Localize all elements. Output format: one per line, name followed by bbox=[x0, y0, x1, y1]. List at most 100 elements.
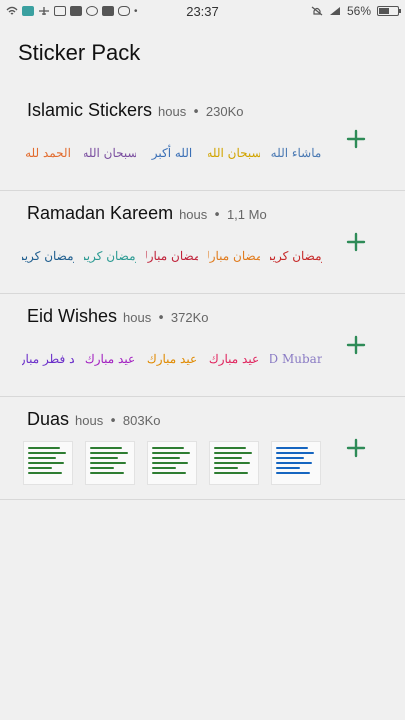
battery-level bbox=[379, 8, 389, 14]
plus-icon bbox=[346, 129, 366, 149]
wechat-icon bbox=[118, 6, 130, 16]
pack-name: Islamic Stickers bbox=[27, 100, 153, 120]
sticker-thumbnail bbox=[84, 439, 136, 487]
dua-text-line bbox=[90, 467, 114, 469]
youtube-icon bbox=[70, 6, 82, 16]
sticker-thumbnail bbox=[208, 439, 260, 487]
signal-icon bbox=[329, 7, 340, 15]
dua-text-line bbox=[28, 452, 66, 454]
pack-header: Duas hous • 803Ko bbox=[27, 409, 161, 430]
pack-separator: • bbox=[192, 105, 200, 120]
sticker-text: رمضان كريم bbox=[270, 249, 322, 264]
facebook-icon bbox=[102, 6, 114, 16]
pack-header: Islamic Stickers hous • 230Ko bbox=[27, 100, 243, 121]
dua-text-line bbox=[90, 447, 122, 449]
dua-text-line bbox=[276, 457, 304, 459]
pack-name: Duas bbox=[27, 409, 70, 429]
dua-text-line bbox=[28, 467, 52, 469]
sticker-pack-row[interactable]: Ramadan Kareemhous•1,1 Mo رمضان كريم رمضان… bbox=[0, 191, 405, 294]
sticker-preview-strip: الحمد لله سبحان الله الله أكبر سبحان الله ما… bbox=[22, 130, 322, 178]
sticker-thumbnail: عيد مبارك bbox=[146, 336, 198, 384]
add-pack-button[interactable] bbox=[343, 229, 369, 255]
dua-text-line bbox=[214, 462, 250, 464]
sticker-thumbnail: عيد مبارك bbox=[84, 336, 136, 384]
sticker-text: الله أكبر bbox=[151, 146, 193, 161]
sticker-text: رمضان كريم bbox=[22, 249, 74, 264]
pack-size: 372Ko bbox=[170, 310, 209, 325]
airplane-icon bbox=[39, 7, 49, 15]
sticker-preview-strip: عيد فطر مبارك عيد مبارك عيد مبارك عيد مبارك… bbox=[22, 336, 322, 384]
pack-size: 230Ko bbox=[205, 104, 244, 119]
dua-text-line bbox=[214, 447, 246, 449]
sticker-pack-list: Islamic Stickers hous • 230Ko الحمد لله سبحان… bbox=[0, 88, 405, 500]
wifi-icon bbox=[6, 6, 18, 15]
sticker-thumbnail: سبحان الله bbox=[208, 130, 260, 178]
battery-icon bbox=[377, 6, 401, 16]
pack-header: Eid Wishes hous • 372Ko bbox=[27, 306, 209, 327]
sticker-thumbnail: رمضان كريم bbox=[84, 233, 136, 281]
sticker-thumbnail: عيد فطر مبارك bbox=[22, 336, 74, 384]
status-time: 23:37 bbox=[186, 3, 219, 19]
dua-card bbox=[209, 441, 259, 485]
pack-name: Eid Wishes bbox=[27, 306, 118, 326]
pack-size: 803Ko bbox=[122, 413, 161, 428]
plus-icon bbox=[346, 438, 366, 458]
sticker-pack-row[interactable]: Eid Wishes hous • 372Ko عيد فطر مبارك عيد مبا… bbox=[0, 294, 405, 397]
pack-author: hous bbox=[75, 413, 104, 428]
sticker-text: EID Mubarak bbox=[270, 352, 322, 367]
dua-text-line bbox=[90, 462, 126, 464]
sticker-thumbnail bbox=[270, 439, 322, 487]
add-pack-button[interactable] bbox=[343, 435, 369, 461]
dua-text-line bbox=[90, 457, 118, 459]
dua-text-line bbox=[28, 447, 60, 449]
battery-percent: 56% bbox=[346, 4, 371, 18]
sticker-preview-strip: رمضان كريم رمضان كريم رمضان مبارك رمضان مبا… bbox=[22, 233, 322, 281]
dua-text-line bbox=[276, 467, 300, 469]
sticker-thumbnail: رمضان كريم bbox=[270, 233, 322, 281]
message-icon bbox=[22, 6, 34, 16]
sticker-thumbnail: سبحان الله bbox=[84, 130, 136, 178]
page-title: Sticker Pack bbox=[18, 40, 141, 65]
sticker-text: عيد مبارك bbox=[84, 352, 136, 367]
sticker-thumbnail bbox=[22, 439, 74, 487]
pack-name: Ramadan Kareem bbox=[27, 203, 174, 223]
sticker-pack-row[interactable]: Duas hous • 803Ko bbox=[0, 397, 405, 500]
sticker-text: عيد مبارك bbox=[208, 352, 260, 367]
dua-card bbox=[85, 441, 135, 485]
status-left-icons: • bbox=[6, 6, 311, 17]
whatsapp-icon bbox=[86, 6, 98, 16]
sticker-thumbnail: رمضان كريم bbox=[22, 233, 74, 281]
more-icon: • bbox=[134, 5, 138, 17]
sticker-text: رمضان كريم bbox=[84, 249, 136, 264]
dua-card bbox=[147, 441, 197, 485]
dua-text-line bbox=[214, 467, 238, 469]
pack-header: Ramadan Kareem hous • 1,1 Mo bbox=[27, 203, 267, 224]
dua-text-line bbox=[28, 472, 62, 474]
dua-text-line bbox=[276, 462, 312, 464]
dua-text-line bbox=[152, 447, 184, 449]
dua-text-line bbox=[152, 457, 180, 459]
sticker-thumbnail: EID Mubarak bbox=[270, 336, 322, 384]
sticker-text: سبحان الله bbox=[208, 146, 260, 161]
add-pack-button[interactable] bbox=[343, 126, 369, 152]
pack-separator: • bbox=[157, 311, 165, 326]
sticker-pack-row[interactable]: Islamic Stickers hous • 230Ko الحمد لله سبحان… bbox=[0, 88, 405, 191]
sticker-text: عيد مبارك bbox=[146, 352, 198, 367]
dua-text-line bbox=[90, 472, 124, 474]
pack-separator: • bbox=[109, 414, 117, 429]
sticker-text: رمضان مبارك bbox=[208, 249, 260, 264]
dua-card bbox=[271, 441, 321, 485]
sticker-thumbnail bbox=[146, 439, 198, 487]
sticker-text: سبحان الله bbox=[84, 146, 136, 161]
sticker-text: عيد فطر مبارك bbox=[22, 352, 74, 367]
pack-author: hous bbox=[123, 310, 152, 325]
pack-author: hous bbox=[158, 104, 187, 119]
sticker-thumbnail: عيد مبارك bbox=[208, 336, 260, 384]
sticker-text: ماشاء الله bbox=[270, 146, 322, 161]
sticker-thumbnail: الحمد لله bbox=[22, 130, 74, 178]
dua-text-line bbox=[152, 452, 190, 454]
add-pack-button[interactable] bbox=[343, 332, 369, 358]
sticker-preview-strip bbox=[22, 439, 322, 487]
sticker-text: الحمد لله bbox=[25, 146, 71, 161]
alarm-off-icon bbox=[311, 6, 323, 16]
